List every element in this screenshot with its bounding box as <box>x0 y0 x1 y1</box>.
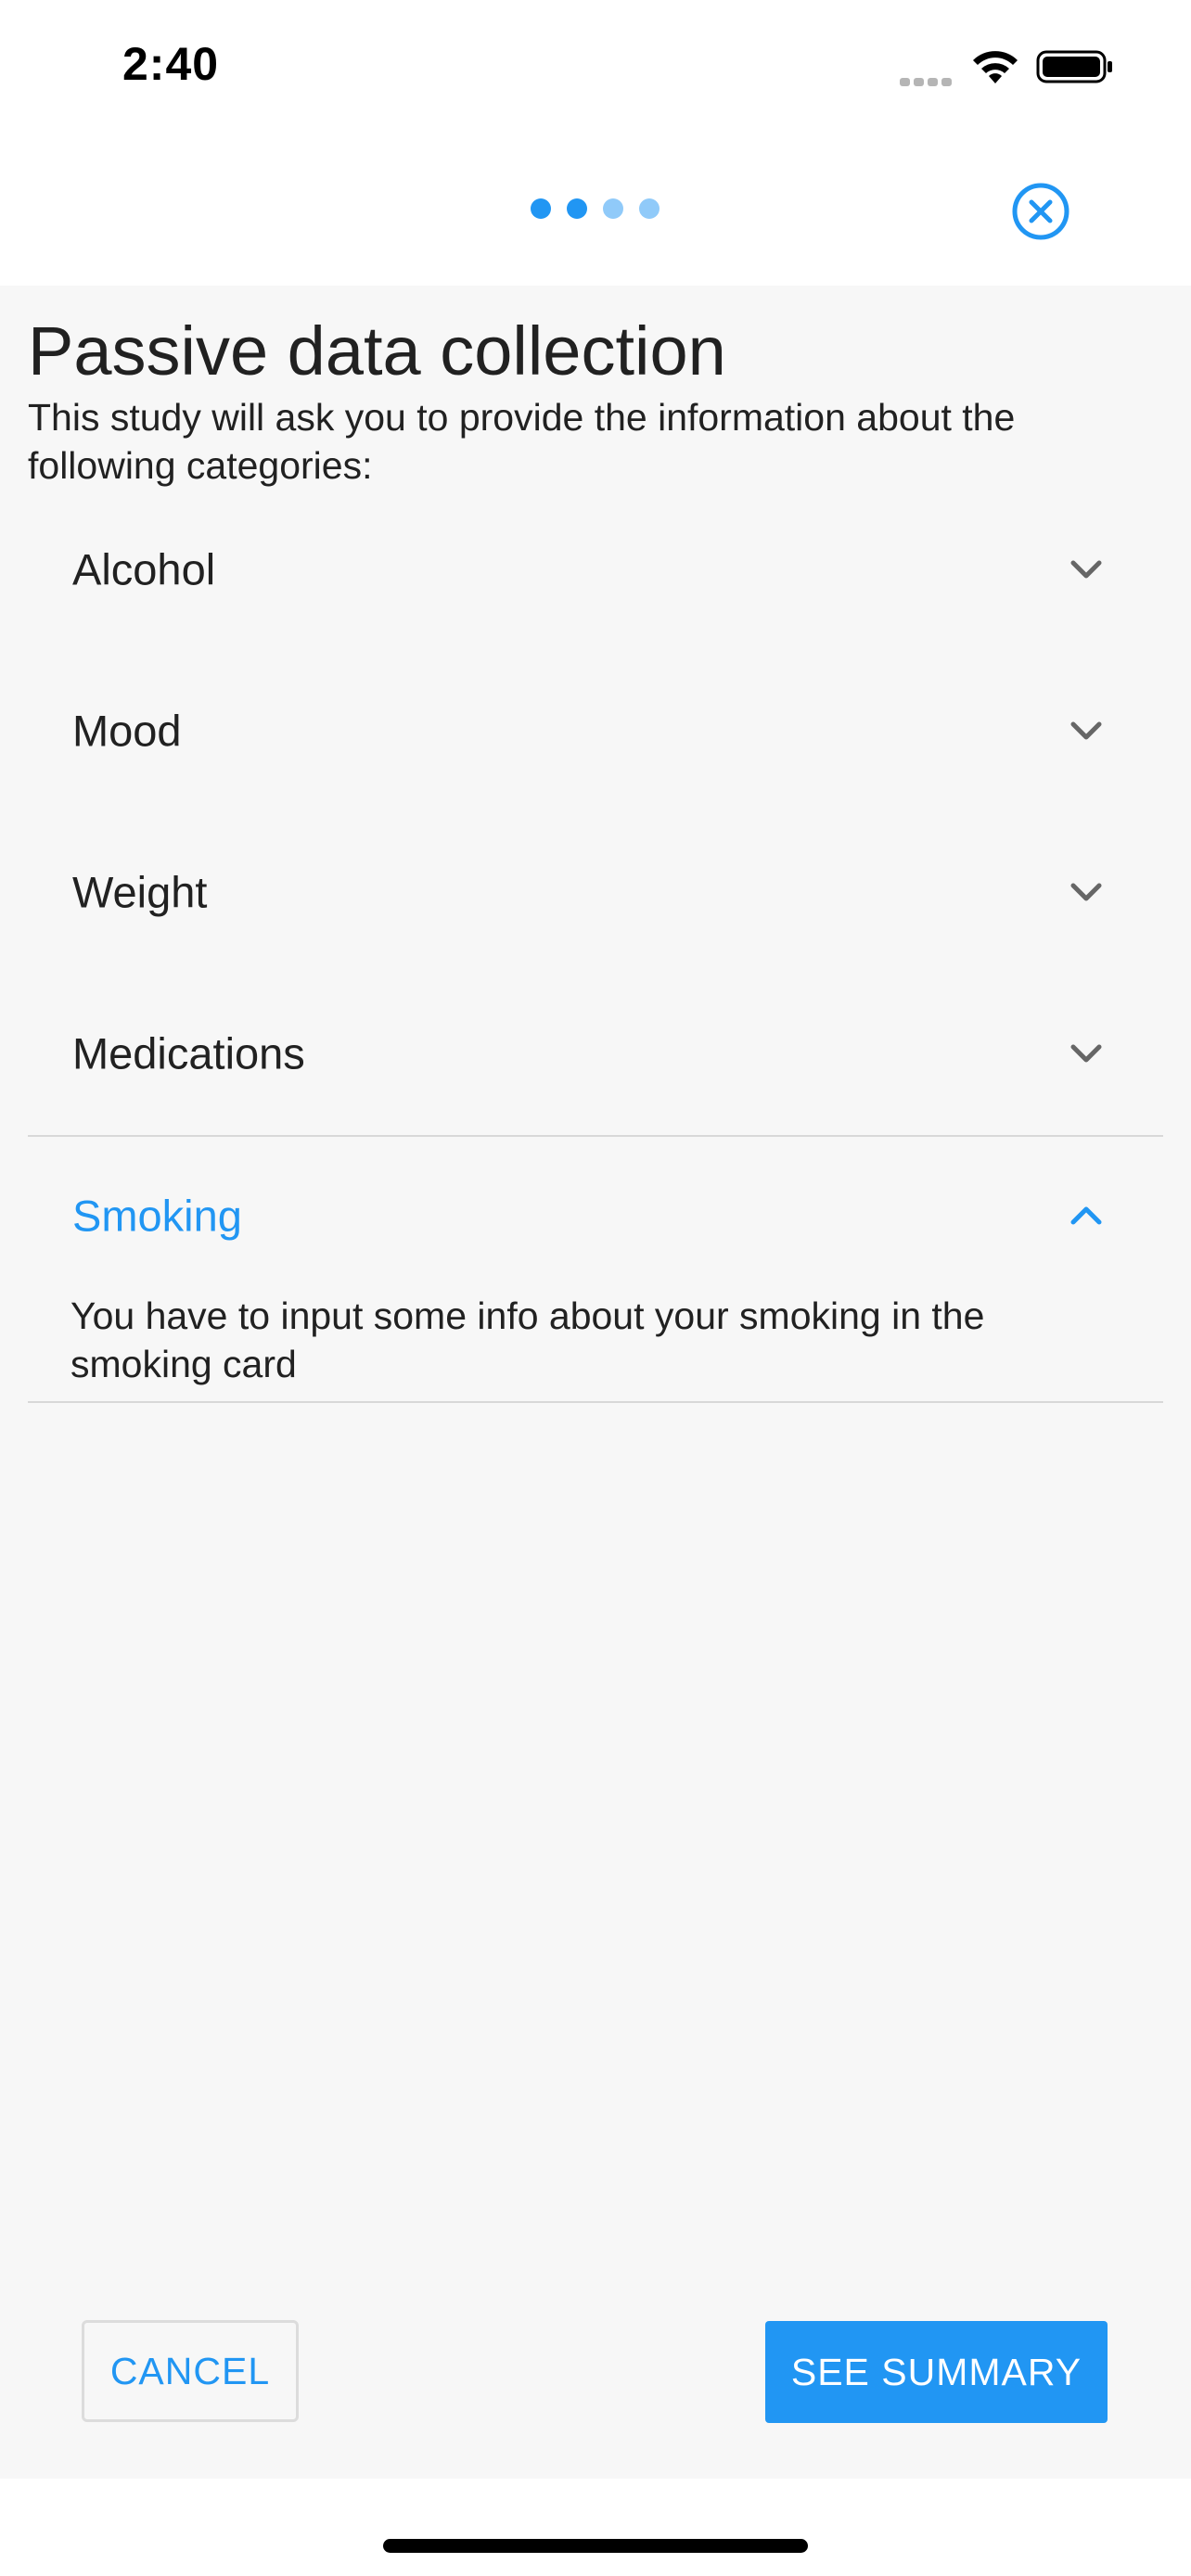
screen: 2:40 Passive data collection This study … <box>0 0 1191 2576</box>
see-summary-button[interactable]: SEE SUMMARY <box>765 2321 1108 2423</box>
category-smoking[interactable]: Smoking <box>28 1136 1163 1295</box>
category-details: You have to input some info about your s… <box>70 1294 985 1385</box>
page-description: This study will ask you to provide the i… <box>28 396 1016 487</box>
category-label: Weight <box>72 867 208 917</box>
chevron-down-icon <box>1070 1044 1102 1063</box>
chevron-down-icon <box>1070 560 1102 579</box>
chevron-down-icon <box>1070 883 1102 901</box>
step-dot <box>531 198 551 219</box>
step-indicator <box>531 198 675 219</box>
step-dot <box>639 198 660 219</box>
divider <box>28 1401 1163 1403</box>
status-bar: 2:40 <box>0 0 1191 139</box>
category-medications[interactable]: Medications <box>28 974 1163 1133</box>
page-title: Passive data collection <box>28 312 726 389</box>
category-label: Alcohol <box>72 544 216 594</box>
cancel-button[interactable]: CANCEL <box>82 2320 299 2422</box>
home-indicator[interactable] <box>383 2539 808 2553</box>
category-label: Medications <box>72 1028 305 1078</box>
bottom-area <box>0 2479 1191 2576</box>
chevron-up-icon <box>1070 1206 1102 1225</box>
cellular-signal-icon <box>900 74 957 86</box>
step-dot <box>603 198 623 219</box>
category-alcohol[interactable]: Alcohol <box>28 490 1163 649</box>
wifi-icon <box>973 51 1018 83</box>
category-label: Smoking <box>72 1191 242 1241</box>
step-dot <box>567 198 587 219</box>
battery-icon <box>1036 50 1112 83</box>
category-label: Mood <box>72 706 182 756</box>
category-mood[interactable]: Mood <box>28 651 1163 810</box>
chevron-down-icon <box>1070 721 1102 740</box>
category-weight[interactable]: Weight <box>28 812 1163 972</box>
close-circle-icon[interactable] <box>1011 182 1070 241</box>
status-time: 2:40 <box>122 38 220 90</box>
